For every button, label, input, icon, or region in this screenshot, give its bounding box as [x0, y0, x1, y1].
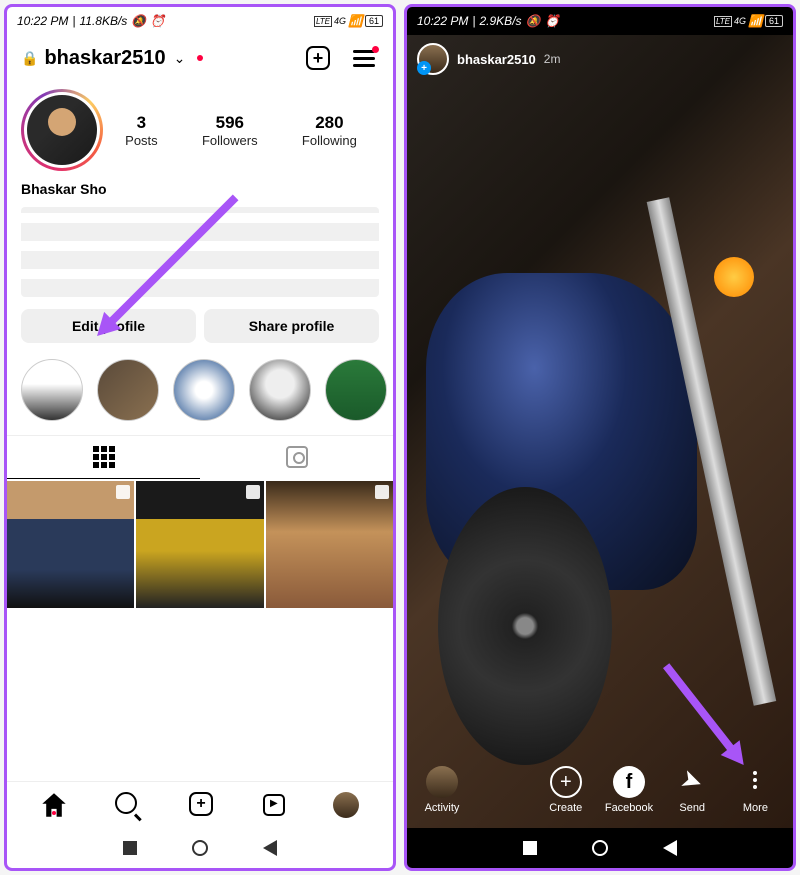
activity-button[interactable]: Activity	[417, 766, 467, 814]
status-bar: 10:22 PM | 2.9KB/s 🔕 ⏰ LTE 4G 📶 61	[407, 7, 793, 35]
profile-tab[interactable]	[333, 792, 359, 818]
notification-dot	[197, 55, 203, 61]
chevron-down-icon[interactable]: ⌄	[174, 50, 186, 67]
grid-tab[interactable]	[7, 436, 200, 479]
story-image[interactable]: bhaskar2510 2m Activity + Create f Faceb…	[407, 35, 793, 828]
status-speed: 11.8KB/s	[80, 14, 128, 28]
search-tab[interactable]	[115, 792, 141, 818]
highlight-item[interactable]	[325, 359, 387, 421]
send-icon: ➤	[669, 757, 715, 803]
highlight-item[interactable]	[173, 359, 235, 421]
username-dropdown[interactable]: bhaskar2510	[44, 47, 165, 70]
reels-tab[interactable]	[263, 794, 285, 816]
post-thumbnail[interactable]	[136, 481, 263, 608]
dnd-icon: 🔕	[526, 14, 541, 28]
posts-grid	[7, 479, 393, 608]
profile-avatar-story[interactable]	[21, 89, 103, 171]
volte-icon: LTE	[314, 16, 332, 27]
alarm-icon: ⏰	[544, 14, 559, 28]
create-tab[interactable]: +	[189, 792, 215, 818]
system-nav	[7, 828, 393, 868]
bottom-nav: +	[7, 781, 393, 828]
system-nav	[407, 828, 793, 868]
post-thumbnail[interactable]	[7, 481, 134, 608]
display-name: Bhaskar Sho	[7, 179, 393, 203]
network-icon: 4G	[734, 16, 746, 26]
posts-stat[interactable]: 3Posts	[125, 113, 158, 148]
bio-redacted	[21, 207, 379, 297]
highlight-item[interactable]	[21, 359, 83, 421]
facebook-button[interactable]: f Facebook	[601, 766, 656, 814]
grid-icon	[93, 446, 115, 468]
home-tab[interactable]	[41, 792, 67, 818]
create-button[interactable]: + Create	[538, 766, 593, 814]
lock-icon: 🔒	[21, 50, 38, 67]
recents-button[interactable]	[123, 841, 137, 855]
menu-button[interactable]	[349, 43, 379, 73]
more-icon	[737, 762, 773, 798]
status-bar: 10:22 PM | 11.8KB/s 🔕 ⏰ LTE 4G 📶 61	[7, 7, 393, 35]
recents-button[interactable]	[523, 841, 537, 855]
followers-stat[interactable]: 596Followers	[202, 113, 258, 148]
story-header: bhaskar2510 2m	[417, 43, 560, 75]
battery-icon: 61	[365, 15, 383, 27]
back-button[interactable]	[263, 840, 277, 856]
share-profile-button[interactable]: Share profile	[204, 309, 379, 343]
activity-avatar-icon	[426, 766, 458, 798]
battery-icon: 61	[765, 15, 783, 27]
status-time: 10:22 PM	[17, 14, 68, 28]
home-button[interactable]	[192, 840, 208, 856]
signal-icon: 📶	[748, 14, 763, 28]
dnd-icon: 🔕	[131, 14, 146, 28]
signal-icon: 📶	[348, 14, 363, 28]
highlights-row[interactable]	[7, 351, 393, 429]
highlight-item[interactable]	[97, 359, 159, 421]
story-avatar[interactable]	[417, 43, 449, 75]
plus-icon: +	[550, 766, 582, 798]
profile-header: 🔒 bhaskar2510 ⌄ +	[7, 35, 393, 81]
status-speed: 2.9KB/s	[480, 14, 522, 28]
tagged-icon	[286, 446, 308, 468]
status-time: 10:22 PM	[417, 14, 468, 28]
menu-notification-dot	[372, 46, 379, 53]
home-button[interactable]	[592, 840, 608, 856]
story-timestamp: 2m	[544, 52, 561, 66]
right-phone-story: 10:22 PM | 2.9KB/s 🔕 ⏰ LTE 4G 📶 61 bhask…	[404, 4, 796, 871]
network-icon: 4G	[334, 16, 346, 26]
plus-icon: +	[189, 792, 213, 816]
facebook-icon: f	[613, 766, 645, 798]
following-stat[interactable]: 280Following	[302, 113, 357, 148]
alarm-icon: ⏰	[150, 14, 165, 28]
back-button[interactable]	[663, 840, 677, 856]
left-phone-profile: 10:22 PM | 11.8KB/s 🔕 ⏰ LTE 4G 📶 61 🔒 bh…	[4, 4, 396, 871]
highlight-item[interactable]	[249, 359, 311, 421]
post-thumbnail[interactable]	[266, 481, 393, 608]
story-viewer[interactable]: bhaskar2510 2m Activity + Create f Faceb…	[407, 35, 793, 828]
send-button[interactable]: ➤ Send	[665, 762, 720, 814]
volte-icon: LTE	[714, 16, 732, 27]
tagged-tab[interactable]	[200, 436, 393, 479]
story-username[interactable]: bhaskar2510	[457, 52, 536, 67]
create-button[interactable]: +	[303, 43, 333, 73]
